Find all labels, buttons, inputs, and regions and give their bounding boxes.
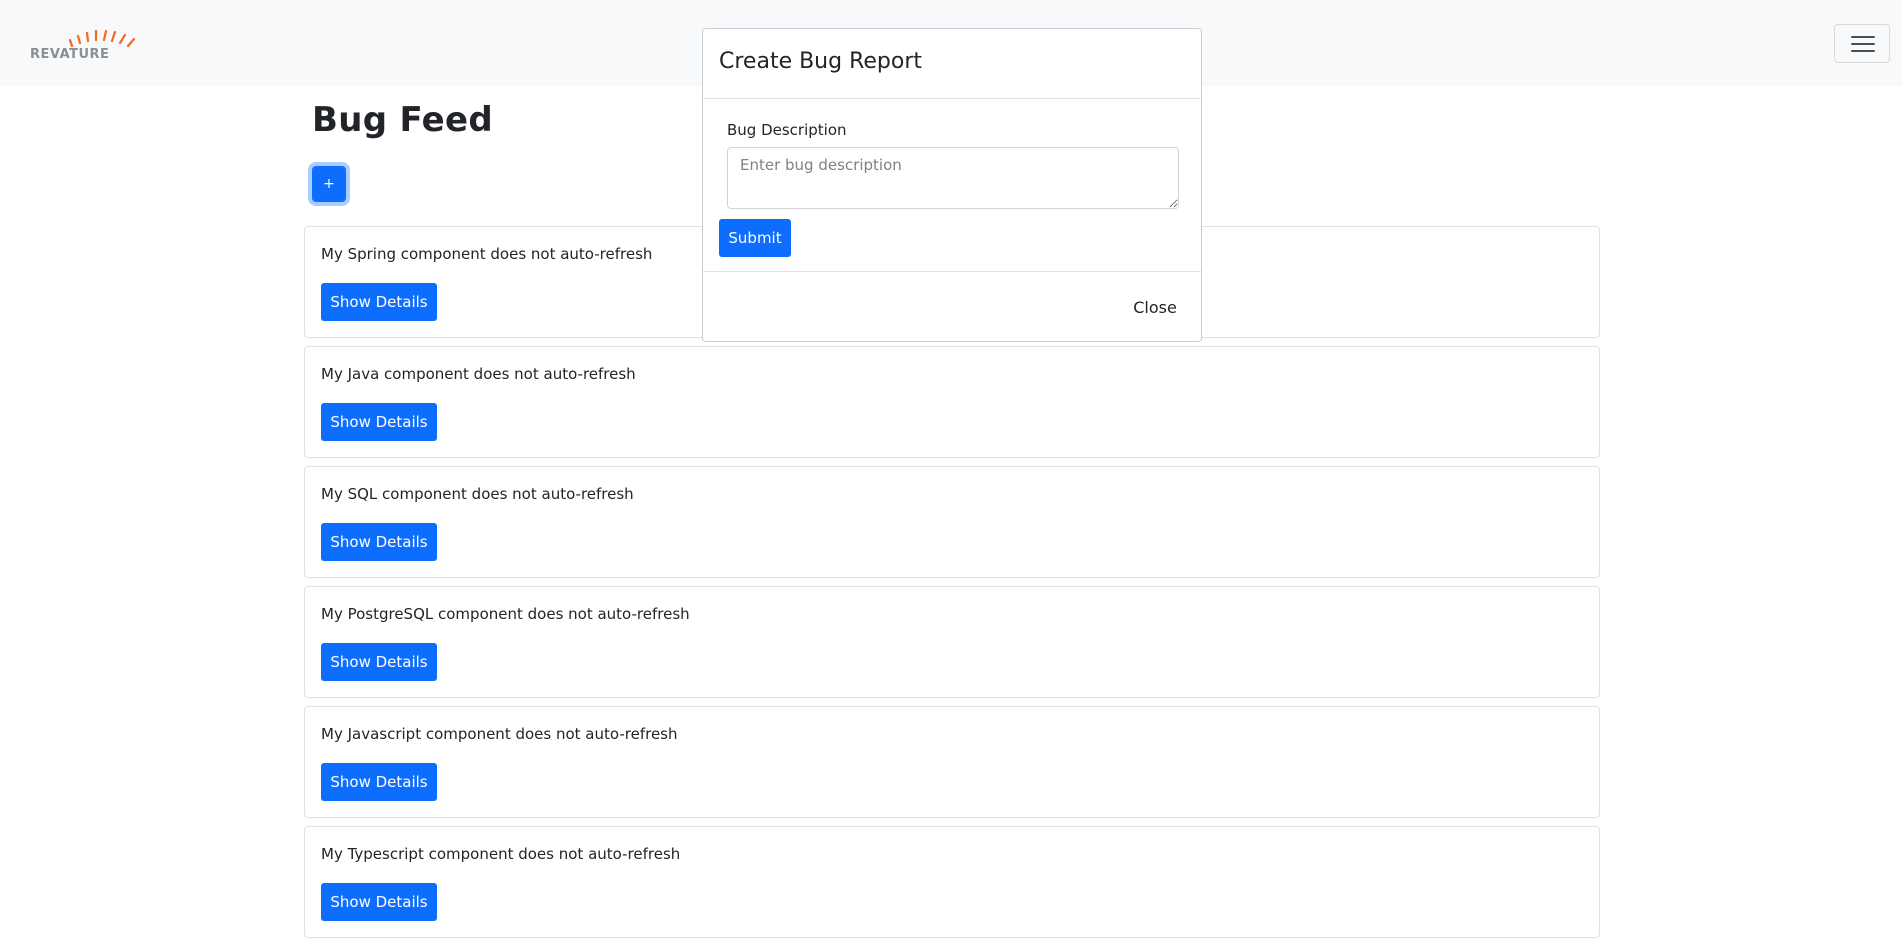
bug-card: My Typescript component does not auto-re… [304,826,1600,938]
bug-card: My Java component does not auto-refresh … [304,346,1600,458]
show-details-button[interactable]: Show Details [321,763,437,801]
bug-description-label: Bug Description [727,121,847,139]
bug-description: My SQL component does not auto-refresh [321,485,634,503]
add-bug-button[interactable]: + [312,166,346,202]
bug-description: My PostgreSQL component does not auto-re… [321,605,690,623]
revature-logo[interactable]: REVATURE [30,26,138,62]
bug-description: My Spring component does not auto-refres… [321,245,653,263]
modal-footer: Close [703,271,1201,343]
bug-description: My Java component does not auto-refresh [321,365,636,383]
bug-card: My Javascript component does not auto-re… [304,706,1600,818]
bug-card: My SQL component does not auto-refresh S… [304,466,1600,578]
bug-description-input[interactable] [727,147,1179,209]
modal-body: Bug Description Submit [703,99,1201,271]
bug-card: My PostgreSQL component does not auto-re… [304,586,1600,698]
page-title: Bug Feed [312,100,493,140]
modal-title: Create Bug Report [719,49,923,74]
modal-header: Create Bug Report [703,29,1201,99]
hamburger-menu-button[interactable] [1834,24,1890,63]
show-details-button[interactable]: Show Details [321,883,437,921]
logo-text: REVATURE [30,47,110,62]
bug-description: My Javascript component does not auto-re… [321,725,678,743]
create-bug-report-modal: Create Bug Report Bug Description Submit… [702,28,1202,342]
show-details-button[interactable]: Show Details [321,643,437,681]
close-button[interactable]: Close [1125,288,1185,326]
submit-button[interactable]: Submit [719,219,791,257]
show-details-button[interactable]: Show Details [321,283,437,321]
hamburger-menu-icon [1851,36,1875,38]
show-details-button[interactable]: Show Details [321,523,437,561]
bug-description: My Typescript component does not auto-re… [321,845,681,863]
show-details-button[interactable]: Show Details [321,403,437,441]
